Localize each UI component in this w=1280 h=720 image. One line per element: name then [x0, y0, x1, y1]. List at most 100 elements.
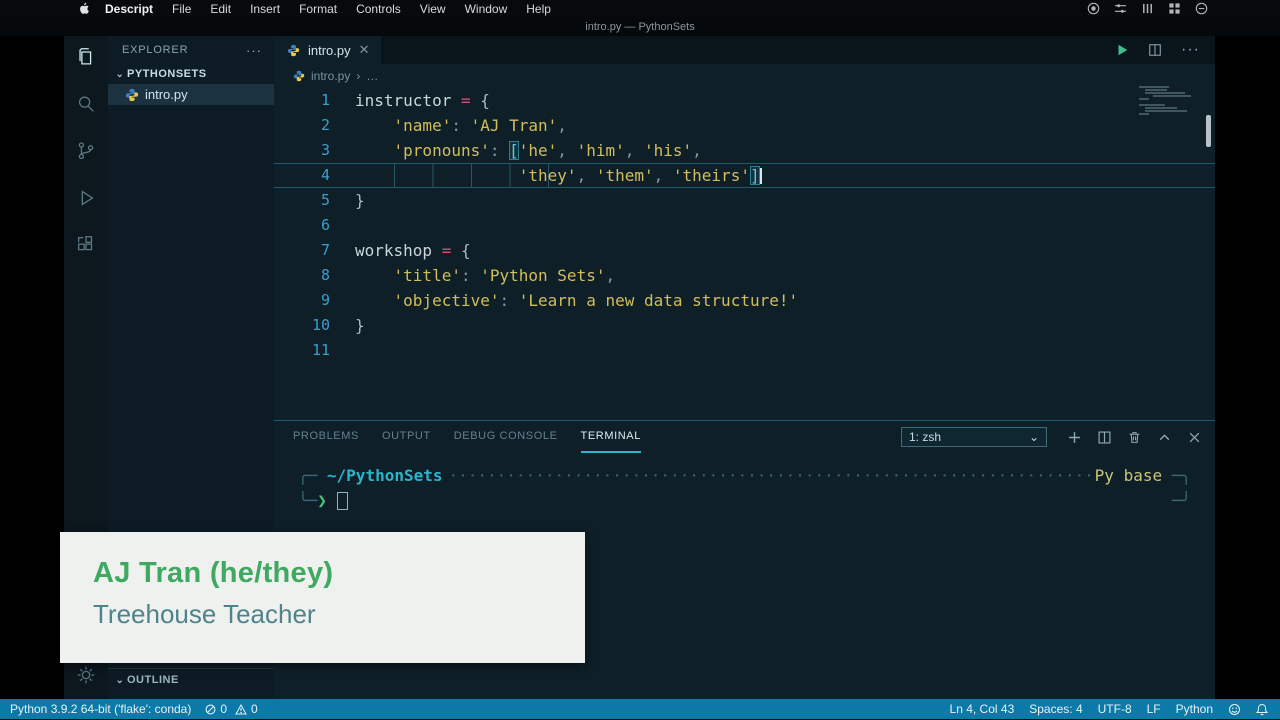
feedback-smiley-icon[interactable] — [1228, 703, 1241, 716]
code-text[interactable]: 'objective': 'Learn a new data structure… — [330, 288, 798, 313]
menu-format[interactable]: Format — [299, 2, 337, 16]
menu-help[interactable]: Help — [526, 2, 551, 16]
code-text[interactable]: 'pronouns': ['he', 'him', 'his', — [330, 138, 702, 163]
code-text[interactable] — [330, 213, 355, 238]
editor-caret — [760, 168, 762, 184]
file-item-intro-py[interactable]: intro.py — [108, 84, 274, 105]
breadcrumb[interactable]: intro.py › … — [274, 64, 1215, 88]
explorer-icon[interactable] — [74, 45, 98, 69]
record-icon[interactable] — [1087, 2, 1100, 15]
more-actions-icon[interactable]: ··· — [1181, 41, 1200, 59]
indentation-status[interactable]: Spaces: 4 — [1029, 702, 1082, 716]
chevron-down-icon: ⌄ — [113, 675, 127, 686]
close-panel-icon[interactable] — [1188, 431, 1201, 444]
error-icon — [205, 704, 216, 715]
source-control-icon[interactable] — [74, 139, 98, 163]
sliders-icon[interactable] — [1114, 2, 1127, 15]
menu-descript[interactable]: Descript — [105, 2, 153, 16]
warning-count: 0 — [251, 702, 258, 716]
outline-section[interactable]: ⌄ OUTLINE — [108, 668, 274, 691]
code-line[interactable]: 10} — [274, 313, 1215, 338]
menu-insert[interactable]: Insert — [250, 2, 280, 16]
cursor-position-status[interactable]: Ln 4, Col 43 — [950, 702, 1015, 716]
menu-view[interactable]: View — [420, 2, 446, 16]
explorer-more-actions-icon[interactable]: ··· — [246, 43, 262, 58]
terminal-content[interactable]: ╭─ ~/PythonSets ························… — [274, 453, 1215, 513]
folder-pythonsets[interactable]: ⌄ PYTHONSETS — [108, 64, 274, 84]
columns-icon[interactable] — [1141, 2, 1154, 15]
notifications-bell-icon[interactable] — [1256, 703, 1268, 716]
code-editor[interactable]: 1instructor = {2 'name': 'AJ Tran',3 'pr… — [274, 88, 1215, 420]
code-line[interactable]: 2 'name': 'AJ Tran', — [274, 113, 1215, 138]
terminal-cwd: ~/PythonSets — [327, 463, 443, 488]
split-editor-icon[interactable] — [1148, 43, 1162, 57]
code-text[interactable]: } — [330, 188, 365, 213]
code-line[interactable]: 1instructor = { — [274, 88, 1215, 113]
minimap[interactable] — [1139, 86, 1187, 116]
presenter-role: Treehouse Teacher — [93, 599, 585, 630]
encoding-status[interactable]: UTF-8 — [1098, 702, 1132, 716]
code-line[interactable]: 6 — [274, 213, 1215, 238]
error-count: 0 — [220, 702, 227, 716]
prompt-frame-close: ─╮ — [1172, 463, 1191, 488]
code-text[interactable]: workshop = { — [330, 238, 471, 263]
code-text[interactable]: instructor = { — [330, 88, 490, 113]
split-terminal-icon[interactable] — [1098, 431, 1111, 444]
run-debug-icon[interactable] — [74, 186, 98, 210]
problems-status[interactable]: 0 0 — [205, 702, 257, 716]
code-text[interactable]: 'they', 'them', 'theirs'] — [330, 164, 762, 187]
settings-gear-icon[interactable] — [74, 663, 98, 687]
maximize-panel-chevron-up-icon[interactable] — [1158, 431, 1171, 444]
tab-output[interactable]: OUTPUT — [382, 421, 431, 453]
run-file-icon[interactable] — [1115, 43, 1129, 57]
extensions-icon[interactable] — [74, 233, 98, 257]
search-icon[interactable] — [74, 92, 98, 116]
code-line[interactable]: 11 — [274, 338, 1215, 363]
line-number: 2 — [274, 113, 330, 138]
tab-problems[interactable]: PROBLEMS — [293, 421, 359, 453]
editor-scrollbar[interactable] — [1206, 115, 1211, 147]
code-line[interactable]: 9 'objective': 'Learn a new data structu… — [274, 288, 1215, 313]
tab-debug-console[interactable]: DEBUG CONSOLE — [454, 421, 558, 453]
tab-close-icon[interactable]: ✕ — [359, 42, 370, 58]
code-text[interactable]: 'name': 'AJ Tran', — [330, 113, 567, 138]
python-file-icon — [287, 44, 300, 57]
control-center-icon[interactable] — [1195, 2, 1208, 15]
code-text[interactable]: 'title': 'Python Sets', — [330, 263, 615, 288]
terminal-prompt-line-1: ╭─ ~/PythonSets ························… — [298, 463, 1191, 488]
code-line[interactable]: 5} — [274, 188, 1215, 213]
outline-label: OUTLINE — [127, 674, 179, 686]
eol-status[interactable]: LF — [1147, 702, 1161, 716]
line-number: 9 — [274, 288, 330, 313]
code-line[interactable]: 8 'title': 'Python Sets', — [274, 263, 1215, 288]
code-text[interactable] — [330, 338, 355, 363]
terminal-shell-select[interactable]: 1: zsh ⌄ — [901, 427, 1047, 447]
code-line[interactable]: 7workshop = { — [274, 238, 1215, 263]
menu-window[interactable]: Window — [465, 2, 508, 16]
new-terminal-icon[interactable] — [1068, 431, 1081, 444]
tab-intro-py[interactable]: intro.py ✕ — [274, 36, 381, 64]
tab-terminal[interactable]: TERMINAL — [581, 421, 641, 453]
breadcrumb-file[interactable]: intro.py — [311, 69, 350, 83]
breadcrumb-more[interactable]: … — [366, 69, 378, 83]
lower-third-overlay: AJ Tran (he/they) Treehouse Teacher — [60, 532, 585, 663]
kill-terminal-trash-icon[interactable] — [1128, 431, 1141, 444]
grid-icon[interactable] — [1168, 2, 1181, 15]
menu-file[interactable]: File — [172, 2, 191, 16]
menu-controls[interactable]: Controls — [356, 2, 401, 16]
code-text[interactable]: } — [330, 313, 365, 338]
line-number: 10 — [274, 313, 330, 338]
python-interpreter-status[interactable]: Python 3.9.2 64-bit ('flake': conda) — [10, 702, 191, 716]
line-number: 4 — [274, 164, 330, 187]
code-line[interactable]: 3 'pronouns': ['he', 'him', 'his', — [274, 138, 1215, 163]
line-number: 6 — [274, 213, 330, 238]
code-line[interactable]: 4 'they', 'them', 'theirs'] — [274, 163, 1215, 188]
menu-edit[interactable]: Edit — [210, 2, 231, 16]
apple-logo-icon[interactable] — [78, 2, 89, 15]
python-file-icon — [125, 88, 139, 102]
language-mode-status[interactable]: Python — [1176, 702, 1213, 716]
terminal-prompt-line-2: ╰─ ❯ ─╯ — [298, 488, 1191, 513]
prompt-frame-open: ╭─ — [298, 463, 327, 488]
prompt-frame-open-2: ╰─ — [298, 488, 317, 513]
line-number: 1 — [274, 88, 330, 113]
